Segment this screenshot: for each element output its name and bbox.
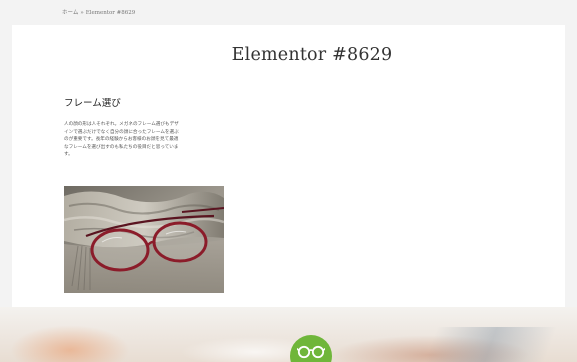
section-body-line: す。 <box>64 152 73 158</box>
section-body: 人の顔の形は人それぞれ。メガネのフレーム選びもデザ インで選ぶだけでなく自分の顔… <box>64 121 224 159</box>
breadcrumb-current: Elementor #8629 <box>85 10 136 16</box>
footer-banner <box>0 307 577 362</box>
breadcrumb-bar: ホーム» Elementor #8629 <box>0 0 577 25</box>
footer-decor <box>10 325 130 362</box>
breadcrumb-separator: » <box>80 10 84 16</box>
glasses-photo <box>64 186 224 293</box>
glasses-logo-icon <box>297 345 325 359</box>
breadcrumb: ホーム» Elementor #8629 <box>62 8 135 16</box>
section-body-line: 人の顔の形は人それぞれ。メガネのフレーム選びもデザ <box>64 122 179 127</box>
breadcrumb-home-link[interactable]: ホーム <box>62 10 78 16</box>
section-body-line: インで選ぶだけでなく自分の顔に合ったフレームを選ぶ <box>64 129 179 135</box>
footer-decor <box>422 327 558 362</box>
main-content: Elementor #8629 フレーム選び 人の顔の形は人それぞれ。メガネのフ… <box>12 25 565 307</box>
section-body-line: なフレームを選び出すのも私たちの役目だと思っていま <box>64 144 179 150</box>
glasses-photo-image <box>64 186 224 293</box>
page: ホーム» Elementor #8629 Elementor #8629 フレーム… <box>0 0 577 362</box>
section-heading: フレーム選び <box>64 98 121 109</box>
section-body-line: のが重要です。長年の経験からお客様のお顔を見て最適 <box>64 137 179 143</box>
page-title: Elementor #8629 <box>231 45 393 65</box>
